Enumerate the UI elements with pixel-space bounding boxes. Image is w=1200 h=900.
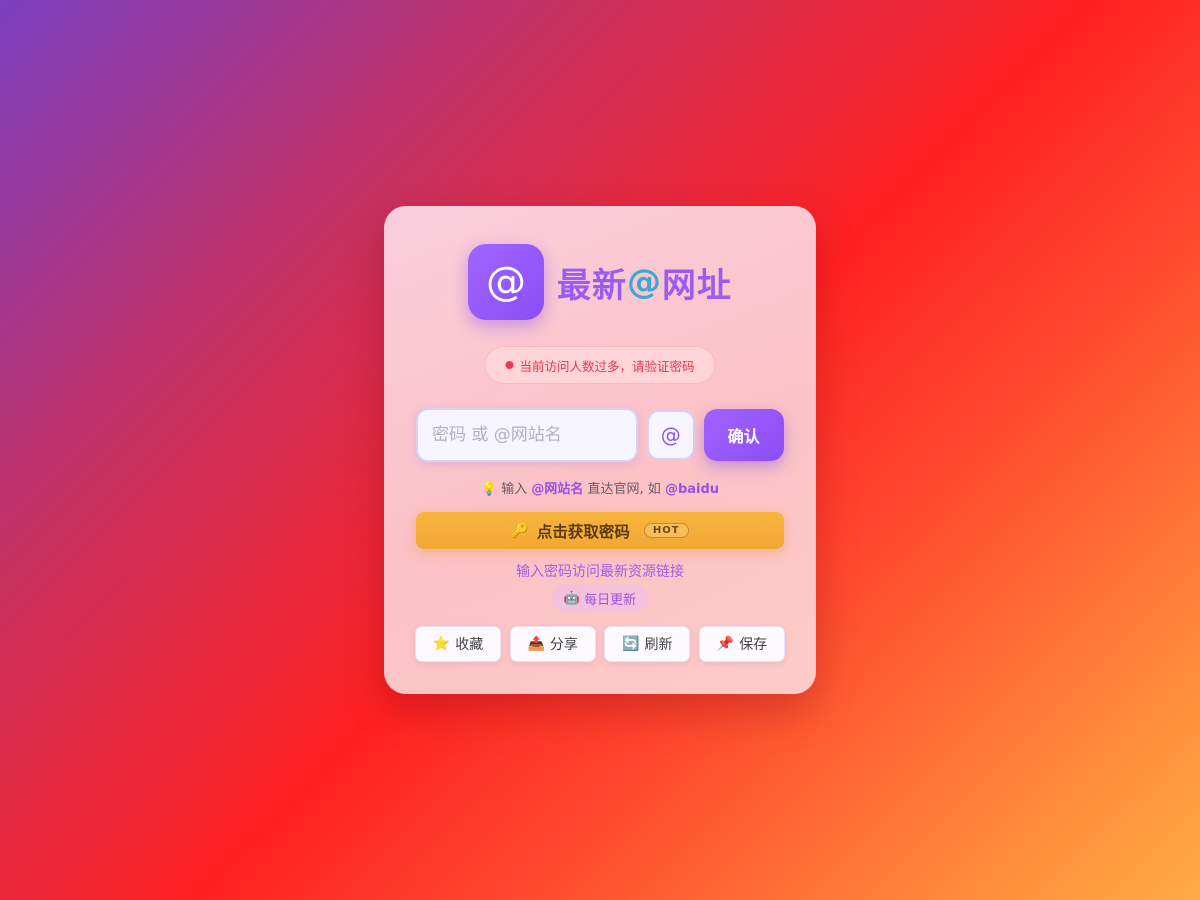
password-input-row: @ 确认 [416,408,784,462]
hot-badge: HOT [643,523,689,538]
get-password-label: 点击获取密码 [536,522,630,541]
key-icon: 🔑 [511,522,529,539]
alert-text: 当前访问人数过多，请验证密码 [519,358,695,374]
star-icon: ⭐ [432,636,451,652]
confirm-button[interactable]: 确认 [703,409,784,461]
brand-title: 最新 @ 网址 [557,258,732,307]
password-input[interactable] [416,408,638,462]
outbox-icon: 📤 [527,636,545,652]
share-button[interactable]: 📤 分享 [509,626,596,662]
brand-title-at: @ [627,262,662,302]
usage-hint: 💡 输入 @网站名 直达官网, 如 @baidu [384,478,816,497]
brand-title-part1: 最新 [557,265,627,306]
daily-update-badge: 🤖 每日更新 [551,585,649,612]
status-alert: 当前访问人数过多，请验证密码 [484,346,716,384]
alert-dot-icon [505,361,514,369]
action-buttons: ⭐ 收藏 📤 分享 🔄 刷新 📌 保存 [415,626,785,662]
save-button[interactable]: 📌 保存 [698,626,785,662]
description-text: 输入密码访问最新资源链接 [516,564,684,580]
refresh-button[interactable]: 🔄 刷新 [604,626,691,662]
pushpin-icon: 📌 [716,636,735,652]
hint-prefix: 💡 输入 [480,482,532,497]
hint-site-token: @网站名 [531,482,584,497]
refresh-icon: 🔄 [622,636,640,652]
at-button[interactable]: @ [647,410,695,460]
password-card: @ 最新@网址 当前访问人数过多，请验证密码 @ 确认 💡 输入 @网站名 直达… [384,206,816,694]
hint-example: @baidu [664,482,720,497]
robot-icon: 🤖 [563,591,581,606]
logo-row: @ 最新 @ 网址 [384,244,816,320]
daily-update-label: 每日更新 [584,593,637,608]
hint-middle: 直达官网, 如 [583,482,665,497]
favorite-button[interactable]: ⭐ 收藏 [415,626,501,662]
at-logo-icon: @ [468,244,544,320]
brand-title-part2: 网址 [662,265,732,306]
get-password-button[interactable]: 🔑 点击获取密码 HOT [416,512,784,549]
